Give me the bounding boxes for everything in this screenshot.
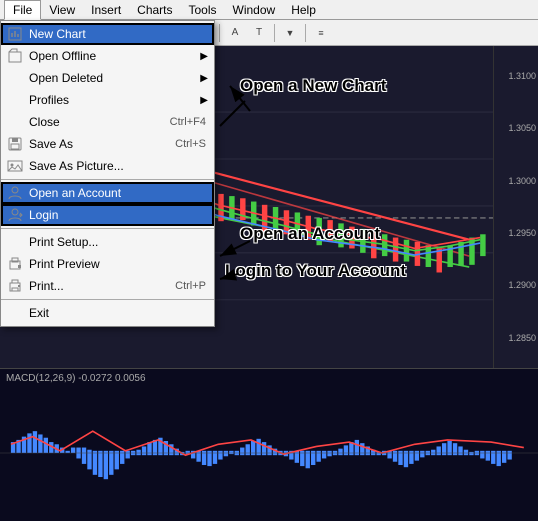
open-deleted-label: Open Deleted (29, 71, 103, 85)
save-as-shortcut: Ctrl+S (175, 138, 206, 150)
y-label-3: 1.3000 (496, 176, 536, 186)
y-label-5: 1.2900 (496, 280, 536, 290)
login-label: Login (29, 208, 58, 222)
menu-close[interactable]: Close Ctrl+F4 (1, 111, 214, 133)
save-as-picture-label: Save As Picture... (29, 159, 124, 173)
print-preview-icon (5, 254, 25, 274)
menu-open-account[interactable]: Open an Account (1, 182, 214, 204)
login-icon (5, 205, 25, 225)
menu-tools[interactable]: Tools (181, 1, 225, 19)
menu-bar: File View Insert Charts Tools Window Hel… (0, 0, 538, 20)
menu-save-as-picture[interactable]: Save As Picture... (1, 155, 214, 177)
new-chart-icon (5, 24, 25, 44)
toolbar-chart-type[interactable]: ≡ (310, 22, 332, 44)
open-offline-icon (5, 46, 25, 66)
account-icon (5, 183, 25, 203)
menu-insert[interactable]: Insert (83, 1, 129, 19)
separator-1 (1, 179, 214, 180)
toolbar-indicator[interactable]: A (224, 22, 246, 44)
print-shortcut: Ctrl+P (175, 280, 206, 292)
print-label: Print... (29, 279, 64, 293)
toolbar-period[interactable]: ▼ (279, 22, 301, 44)
macd-area: MACD(12,26,9) -0.0272 0.0056 (0, 369, 538, 521)
menu-save-as[interactable]: Save As Ctrl+S (1, 133, 214, 155)
separator-2 (1, 228, 214, 229)
open-offline-label: Open Offline (29, 49, 96, 63)
menu-file[interactable]: File (4, 0, 41, 20)
toolbar-sep5 (274, 24, 275, 42)
close-shortcut: Ctrl+F4 (170, 116, 206, 128)
menu-open-deleted[interactable]: Open Deleted ▶ (1, 67, 214, 89)
menu-help[interactable]: Help (283, 1, 324, 19)
macd-svg (0, 385, 538, 521)
save-picture-icon (5, 156, 25, 176)
toolbar-sep6 (305, 24, 306, 42)
menu-view[interactable]: View (41, 1, 83, 19)
y-label-2: 1.3050 (496, 123, 536, 133)
macd-label: MACD(12,26,9) -0.0272 0.0056 (6, 373, 146, 384)
menu-charts[interactable]: Charts (129, 1, 180, 19)
profiles-arrow: ▶ (200, 95, 208, 106)
toolbar-template[interactable]: T (248, 22, 270, 44)
menu-login[interactable]: Login (1, 204, 214, 226)
menu-exit[interactable]: Exit (1, 302, 214, 324)
save-as-icon (5, 134, 25, 154)
menu-print-preview[interactable]: Print Preview (1, 253, 214, 275)
close-label: Close (29, 115, 60, 129)
exit-label: Exit (29, 306, 49, 320)
menu-open-offline[interactable]: Open Offline ▶ (1, 45, 214, 67)
y-axis: 1.3100 1.3050 1.3000 1.2950 1.2900 1.285… (493, 46, 538, 368)
open-account-label: Open an Account (29, 186, 121, 200)
toolbar-sep4 (219, 24, 220, 42)
profiles-label: Profiles (29, 93, 69, 107)
print-setup-label: Print Setup... (29, 235, 98, 249)
menu-new-chart[interactable]: New Chart (1, 23, 214, 45)
menu-window[interactable]: Window (225, 1, 284, 19)
menu-print-setup[interactable]: Print Setup... (1, 231, 214, 253)
print-icon (5, 276, 25, 296)
file-dropdown-menu: New Chart Open Offline ▶ Open Deleted ▶ … (0, 20, 215, 327)
separator-3 (1, 299, 214, 300)
y-label-6: 1.2850 (496, 333, 536, 343)
open-offline-arrow: ▶ (200, 51, 208, 62)
save-as-label: Save As (29, 137, 73, 151)
y-label-4: 1.2950 (496, 228, 536, 238)
new-chart-label: New Chart (29, 27, 86, 41)
y-label-1: 1.3100 (496, 71, 536, 81)
print-preview-label: Print Preview (29, 257, 100, 271)
menu-profiles[interactable]: Profiles ▶ (1, 89, 214, 111)
menu-print[interactable]: Print... Ctrl+P (1, 275, 214, 297)
open-deleted-arrow: ▶ (200, 73, 208, 84)
